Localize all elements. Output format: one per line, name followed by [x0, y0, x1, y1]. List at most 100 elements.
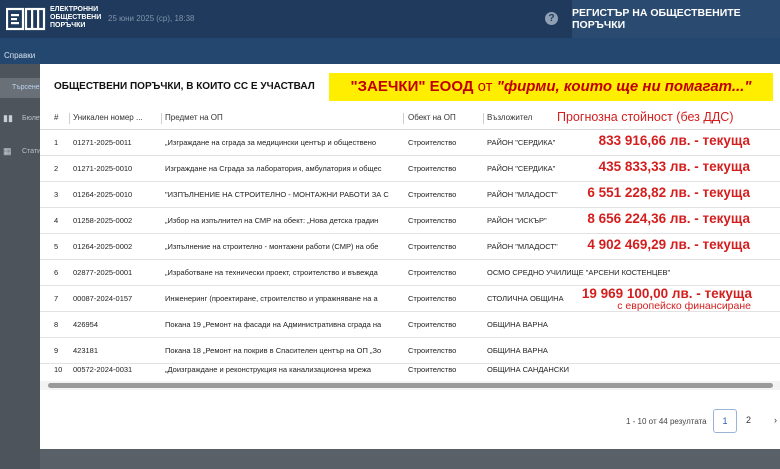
nav-reports[interactable]: Справки — [4, 51, 35, 60]
logo-line: ОБЩЕСТВЕНИ — [50, 14, 102, 21]
row-subject: Изграждане на Сграда за лаборатория, амб… — [165, 164, 382, 173]
row-number: 2 — [54, 164, 59, 173]
current-date: 25 юни 2025 (ср), 18:38 — [108, 14, 195, 23]
column-header-number[interactable]: # — [54, 113, 58, 122]
row-subject: „Изграждане на сграда за медицински цент… — [165, 138, 377, 147]
row-unique-id[interactable]: 426954 — [73, 320, 161, 329]
row-authority: ОСМО СРЕДНО УЧИЛИЩЕ "АРСЕНИ КОСТЕНЦЕВ" — [487, 268, 671, 277]
row-number: 7 — [54, 294, 59, 303]
table-row[interactable]: 5 01264-2025-0002 „Изпълнение на строите… — [40, 234, 780, 260]
row-authority: ОБЩИНА САНДАНСКИ — [487, 365, 570, 374]
row-object: Строителство — [408, 365, 457, 374]
row-number: 6 — [54, 268, 59, 277]
column-header-subject[interactable]: Предмет на ОП — [165, 113, 223, 122]
table-row[interactable]: 4 01258-2025-0002 „Избор на изпълнител н… — [40, 208, 780, 234]
logo-icon[interactable] — [6, 7, 46, 31]
banner-from: от — [477, 78, 493, 95]
logo-line: ПОРЪЧКИ — [50, 22, 86, 29]
table-row[interactable]: 2 01271-2025-0010 Изграждане на Сграда з… — [40, 156, 780, 182]
row-funding-note: с европейско финансиране — [617, 300, 751, 312]
row-object: Строителство — [408, 294, 457, 303]
logo-text: ЕЛЕКТРОННИ ОБЩЕСТВЕНИ ПОРЪЧКИ — [50, 6, 110, 30]
procurements-modal: ОБЩЕСТВЕНИ ПОРЪЧКИ, В КОИТО СС Е УЧАСТВА… — [40, 64, 780, 449]
column-header-object[interactable]: Обект на ОП — [408, 113, 456, 122]
row-subject: „Изпълнение на строително - монтажни раб… — [165, 242, 379, 251]
sidebar: Търсене ▮▮ Бюлетини ▦ Статистика — [0, 64, 59, 469]
row-subject: „Доизграждане и реконструкция на канализ… — [165, 365, 372, 374]
modal-title: ОБЩЕСТВЕНИ ПОРЪЧКИ, В КОИТО СС Е УЧАСТВА… — [54, 81, 315, 92]
row-unique-id[interactable]: 423181 — [73, 346, 161, 355]
page-button-next[interactable]: 2 — [746, 415, 751, 425]
row-estimated-value: 6 551 228,82 лв. - текуща — [587, 185, 750, 200]
row-number: 3 — [54, 190, 59, 199]
row-subject: „Избор на изпълнител на СМР на обект: „Н… — [165, 216, 379, 225]
row-authority: ОБЩИНА ВАРНА — [487, 346, 548, 355]
top-bar: ЕЛЕКТРОННИ ОБЩЕСТВЕНИ ПОРЪЧКИ 25 юни 202… — [0, 0, 780, 38]
row-unique-id[interactable]: 00572-2024-0031 — [73, 365, 161, 374]
row-estimated-value: 435 833,33 лв. - текуща — [598, 159, 750, 174]
registry-button[interactable]: РЕГИСТЪР НА ОБЩЕСТВЕНИТЕ ПОРЪЧКИ — [572, 0, 780, 38]
table-row[interactable]: 8 426954 Покана 19 „Ремонт на фасади на … — [40, 312, 780, 338]
table-row[interactable]: 3 01264-2025-0010 "ИЗПЪЛНЕНИЕ НА СТРОИТЕ… — [40, 182, 780, 208]
row-estimated-value: 833 916,66 лв. - текуща — [598, 133, 750, 148]
logo-line: ЕЛЕКТРОННИ — [50, 6, 99, 13]
sidebar-item-bulletins[interactable]: ▮▮ Бюлетини — [0, 109, 54, 129]
banner-company: "ЗАЕЧКИ" ЕООД — [350, 78, 474, 95]
table-row[interactable]: 7 00087-2024-0157 Инженеринг (проектиран… — [40, 286, 780, 312]
row-unique-id[interactable]: 01271-2025-0011 — [73, 138, 161, 147]
row-unique-id[interactable]: 01271-2025-0010 — [73, 164, 161, 173]
row-number: 4 — [54, 216, 59, 225]
row-subject: Покана 19 „Ремонт на фасади на Администр… — [165, 320, 382, 329]
bar-chart-icon: ▮▮ — [3, 113, 13, 123]
next-page-icon[interactable]: › — [774, 415, 777, 425]
row-unique-id[interactable]: 01264-2025-0010 — [73, 190, 161, 199]
row-unique-id[interactable]: 02877-2025-0001 — [73, 268, 161, 277]
row-number: 8 — [54, 320, 59, 329]
row-object: Строителство — [408, 268, 457, 277]
row-subject: Покана 18 „Ремонт на покрив в Спасителен… — [165, 346, 382, 355]
pagination-summary: 1 - 10 от 44 резултата — [626, 417, 707, 426]
sidebar-item-statistics[interactable]: ▦ Статистика — [0, 142, 59, 162]
row-authority: ОБЩИНА ВАРНА — [487, 320, 548, 329]
sidebar-item-label: Търсене — [12, 84, 40, 91]
column-divider[interactable] — [161, 113, 162, 124]
column-header-unique-id[interactable]: Уникален номер ... — [73, 113, 143, 122]
column-divider[interactable] — [69, 113, 70, 124]
horizontal-scrollbar[interactable] — [40, 381, 780, 390]
table-row[interactable]: 1 01271-2025-0011 „Изграждане на сграда … — [40, 130, 780, 156]
help-icon[interactable]: ? — [545, 12, 558, 25]
column-divider[interactable] — [403, 113, 404, 124]
row-number: 9 — [54, 346, 59, 355]
row-unique-id[interactable]: 01264-2025-0002 — [73, 242, 161, 251]
forecast-value-label: Прогнозна стойност (без ДДС) — [557, 110, 734, 124]
row-estimated-value: 8 656 224,36 лв. - текуща — [587, 211, 750, 226]
row-unique-id[interactable]: 00087-2024-0157 — [73, 294, 161, 303]
column-divider[interactable] — [483, 113, 484, 124]
row-object: Строителство — [408, 164, 457, 173]
table-icon: ▦ — [3, 146, 12, 156]
scrollbar-thumb[interactable] — [48, 383, 773, 388]
row-object: Строителство — [408, 190, 457, 199]
table-row[interactable]: 10 00572-2024-0031 „Доизграждане и рекон… — [40, 357, 780, 382]
row-estimated-value: 19 969 100,00 лв. - текуща — [581, 286, 752, 301]
row-estimated-value: 4 902 469,29 лв. - текуща — [587, 237, 750, 252]
page-button-current[interactable]: 1 — [713, 409, 737, 433]
sub-navigation-bar: Справки — [0, 38, 780, 64]
row-object: Строителство — [408, 242, 457, 251]
highlight-banner: "ЗАЕЧКИ" ЕООД от "фирми, които ще ни пом… — [329, 73, 773, 101]
row-object: Строителство — [408, 138, 457, 147]
banner-quote: "фирми, които ще ни помагат..." — [496, 78, 752, 95]
row-number: 5 — [54, 242, 59, 251]
sidebar-item-search[interactable]: Търсене — [0, 78, 40, 98]
row-object: Строителство — [408, 216, 457, 225]
row-subject: „Изработване на технически проект, строи… — [165, 268, 378, 277]
row-number: 10 — [54, 365, 63, 374]
row-number: 1 — [54, 138, 59, 147]
row-object: Строителство — [408, 346, 457, 355]
row-object: Строителство — [408, 320, 457, 329]
row-unique-id[interactable]: 01258-2025-0002 — [73, 216, 161, 225]
row-subject: Инженеринг (проектиране, строителство и … — [165, 294, 378, 303]
row-subject: "ИЗПЪЛНЕНИЕ НА СТРОИТЕЛНО - МОНТАЖНИ РАБ… — [165, 190, 389, 199]
column-header-authority[interactable]: Възложител — [487, 113, 532, 122]
table-row[interactable]: 6 02877-2025-0001 „Изработване на технич… — [40, 260, 780, 286]
